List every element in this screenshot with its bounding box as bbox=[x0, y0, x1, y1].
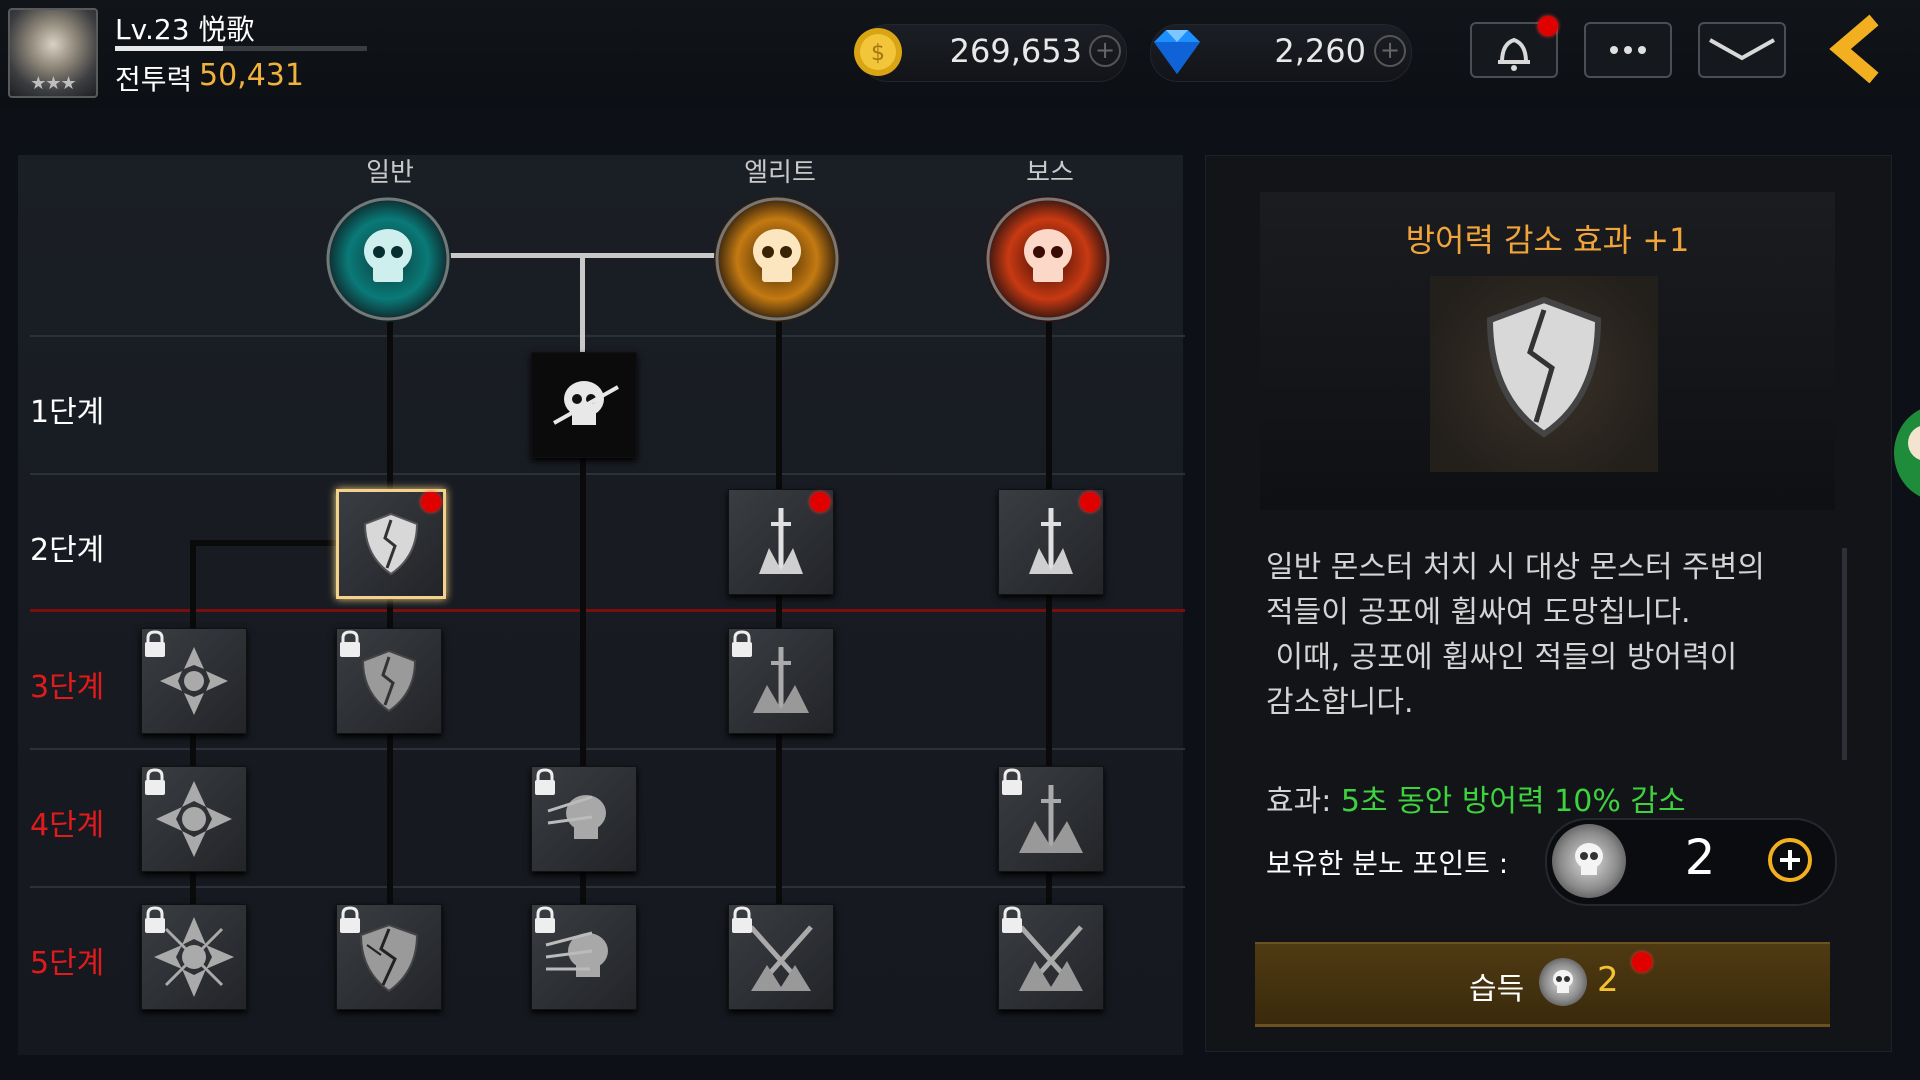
skill-node-tier1-skull[interactable] bbox=[531, 352, 637, 458]
connector-line-active bbox=[580, 253, 585, 353]
lock-icon bbox=[1002, 906, 1022, 933]
skill-description: 일반 몬스터 처치 시 대상 몬스터 주변의 적들이 공포에 휩싸여 도망칩니다… bbox=[1266, 545, 1826, 725]
learn-cost: 2 bbox=[1597, 960, 1619, 1000]
svg-text:$: $ bbox=[871, 41, 885, 66]
skill-description-line: 감소합니다. bbox=[1266, 685, 1414, 720]
skull-slash-icon bbox=[553, 381, 619, 425]
diamond-icon bbox=[1146, 24, 1208, 80]
column-header-normal: 일반 bbox=[366, 158, 414, 188]
row-divider bbox=[30, 886, 1185, 888]
tier-label-2: 2단계 bbox=[30, 533, 105, 568]
tier-label-1: 1단계 bbox=[30, 395, 105, 430]
lock-icon bbox=[732, 906, 752, 933]
row-divider bbox=[30, 335, 1185, 337]
side-menu-button[interactable] bbox=[1894, 405, 1920, 501]
lock-icon bbox=[1002, 768, 1022, 795]
row-divider bbox=[30, 748, 1185, 750]
learn-skill-button[interactable]: 습득 2 bbox=[1255, 942, 1830, 1027]
skill-description-line: 적들이 공포에 휩싸여 도망칩니다. bbox=[1266, 595, 1691, 630]
rage-points-value: 2 bbox=[1684, 830, 1716, 886]
column-header-elite: 엘리트 bbox=[744, 158, 816, 188]
add-gold-button[interactable]: + bbox=[1089, 35, 1121, 67]
scrollbar[interactable] bbox=[1842, 548, 1847, 760]
mail-icon bbox=[1709, 38, 1775, 61]
combat-power-value: 50,431 bbox=[199, 58, 304, 93]
effect-label: 효과: bbox=[1266, 784, 1332, 819]
lock-icon bbox=[145, 906, 165, 933]
rage-skull-icon bbox=[1552, 824, 1626, 898]
gem-amount: 2,260 bbox=[1274, 32, 1366, 70]
exp-bar-fill bbox=[115, 46, 224, 51]
gold-amount: 269,653 bbox=[949, 32, 1082, 70]
skill-title: 방어력 감소 효과 +1 bbox=[1405, 221, 1690, 259]
skill-node-tier4-skull[interactable] bbox=[531, 766, 637, 872]
boss-monster-skull-icon[interactable] bbox=[985, 196, 1111, 322]
lock-icon bbox=[732, 630, 752, 657]
tier-label-5: 5단계 bbox=[30, 946, 105, 981]
exp-bar bbox=[115, 46, 367, 51]
more-dots-icon bbox=[1610, 46, 1646, 54]
skill-node-tier3-sword[interactable] bbox=[728, 628, 834, 734]
cracked-shield-icon bbox=[1486, 296, 1602, 438]
tier-label-3: 3단계 bbox=[30, 670, 105, 705]
column-header-boss: 보스 bbox=[1026, 158, 1074, 188]
new-skill-badge bbox=[810, 492, 830, 512]
add-rage-points-button[interactable] bbox=[1768, 838, 1812, 882]
lock-icon bbox=[145, 768, 165, 795]
effect-value: 5초 동안 방어력 10% 감소 bbox=[1340, 784, 1686, 819]
skill-node-tier4-arrows[interactable] bbox=[141, 766, 247, 872]
skill-effect: 효과: 5초 동안 방어력 10% 감소 bbox=[1266, 776, 1686, 820]
pot-icon bbox=[1908, 425, 1920, 461]
back-button[interactable] bbox=[1822, 14, 1892, 84]
back-arrow-icon bbox=[1829, 14, 1879, 84]
lock-icon bbox=[340, 906, 360, 933]
row-divider bbox=[30, 473, 1185, 475]
rage-points-label: 보유한 분노 포인트 : bbox=[1266, 847, 1509, 880]
plus-icon bbox=[1780, 850, 1800, 870]
unlock-divider bbox=[30, 609, 1185, 612]
notification-badge bbox=[1538, 16, 1558, 36]
star-rating-icon: ★★★ bbox=[30, 73, 76, 94]
lock-icon bbox=[535, 906, 555, 933]
lock-icon bbox=[145, 630, 165, 657]
combat-power-label: 전투력 bbox=[115, 63, 193, 96]
chat-button[interactable] bbox=[1584, 22, 1672, 78]
skill-node-tier3-shield[interactable] bbox=[336, 628, 442, 734]
gold-coin-icon: $ bbox=[852, 26, 904, 78]
rage-skull-icon bbox=[1539, 958, 1587, 1006]
new-skill-badge bbox=[1080, 492, 1100, 512]
add-gem-button[interactable]: + bbox=[1374, 35, 1406, 67]
normal-monster-skull-icon[interactable] bbox=[325, 196, 451, 322]
learn-available-badge bbox=[1632, 952, 1652, 972]
skill-node-tier3-arrows[interactable] bbox=[141, 628, 247, 734]
skill-node-tier5-arrows[interactable] bbox=[141, 904, 247, 1010]
learn-button-label: 습득 bbox=[1469, 972, 1525, 1007]
skill-large-icon-frame bbox=[1430, 276, 1658, 472]
skill-node-tier5-skull[interactable] bbox=[531, 904, 637, 1010]
skill-node-tier5-crossed-swords[interactable] bbox=[728, 904, 834, 1010]
connector-line bbox=[190, 540, 196, 960]
skill-node-tier4-sword[interactable] bbox=[998, 766, 1104, 872]
skill-node-tier5-shield[interactable] bbox=[336, 904, 442, 1010]
mail-button[interactable] bbox=[1698, 22, 1786, 78]
player-level-name: Lv.23 悦歌 bbox=[115, 13, 255, 46]
new-skill-badge bbox=[421, 492, 441, 512]
tier-label-4: 4단계 bbox=[30, 808, 105, 843]
skill-node-tier5-crossed-swords-boss[interactable] bbox=[998, 904, 1104, 1010]
skill-description-line: 이때, 공포에 휩싸인 적들의 방어력이 bbox=[1266, 640, 1738, 675]
avatar[interactable]: ★★★ bbox=[8, 8, 98, 98]
elite-monster-skull-icon[interactable] bbox=[714, 196, 840, 322]
skill-description-line: 일반 몬스터 처치 시 대상 몬스터 주변의 bbox=[1266, 550, 1765, 585]
lock-icon bbox=[535, 768, 555, 795]
lock-icon bbox=[340, 630, 360, 657]
